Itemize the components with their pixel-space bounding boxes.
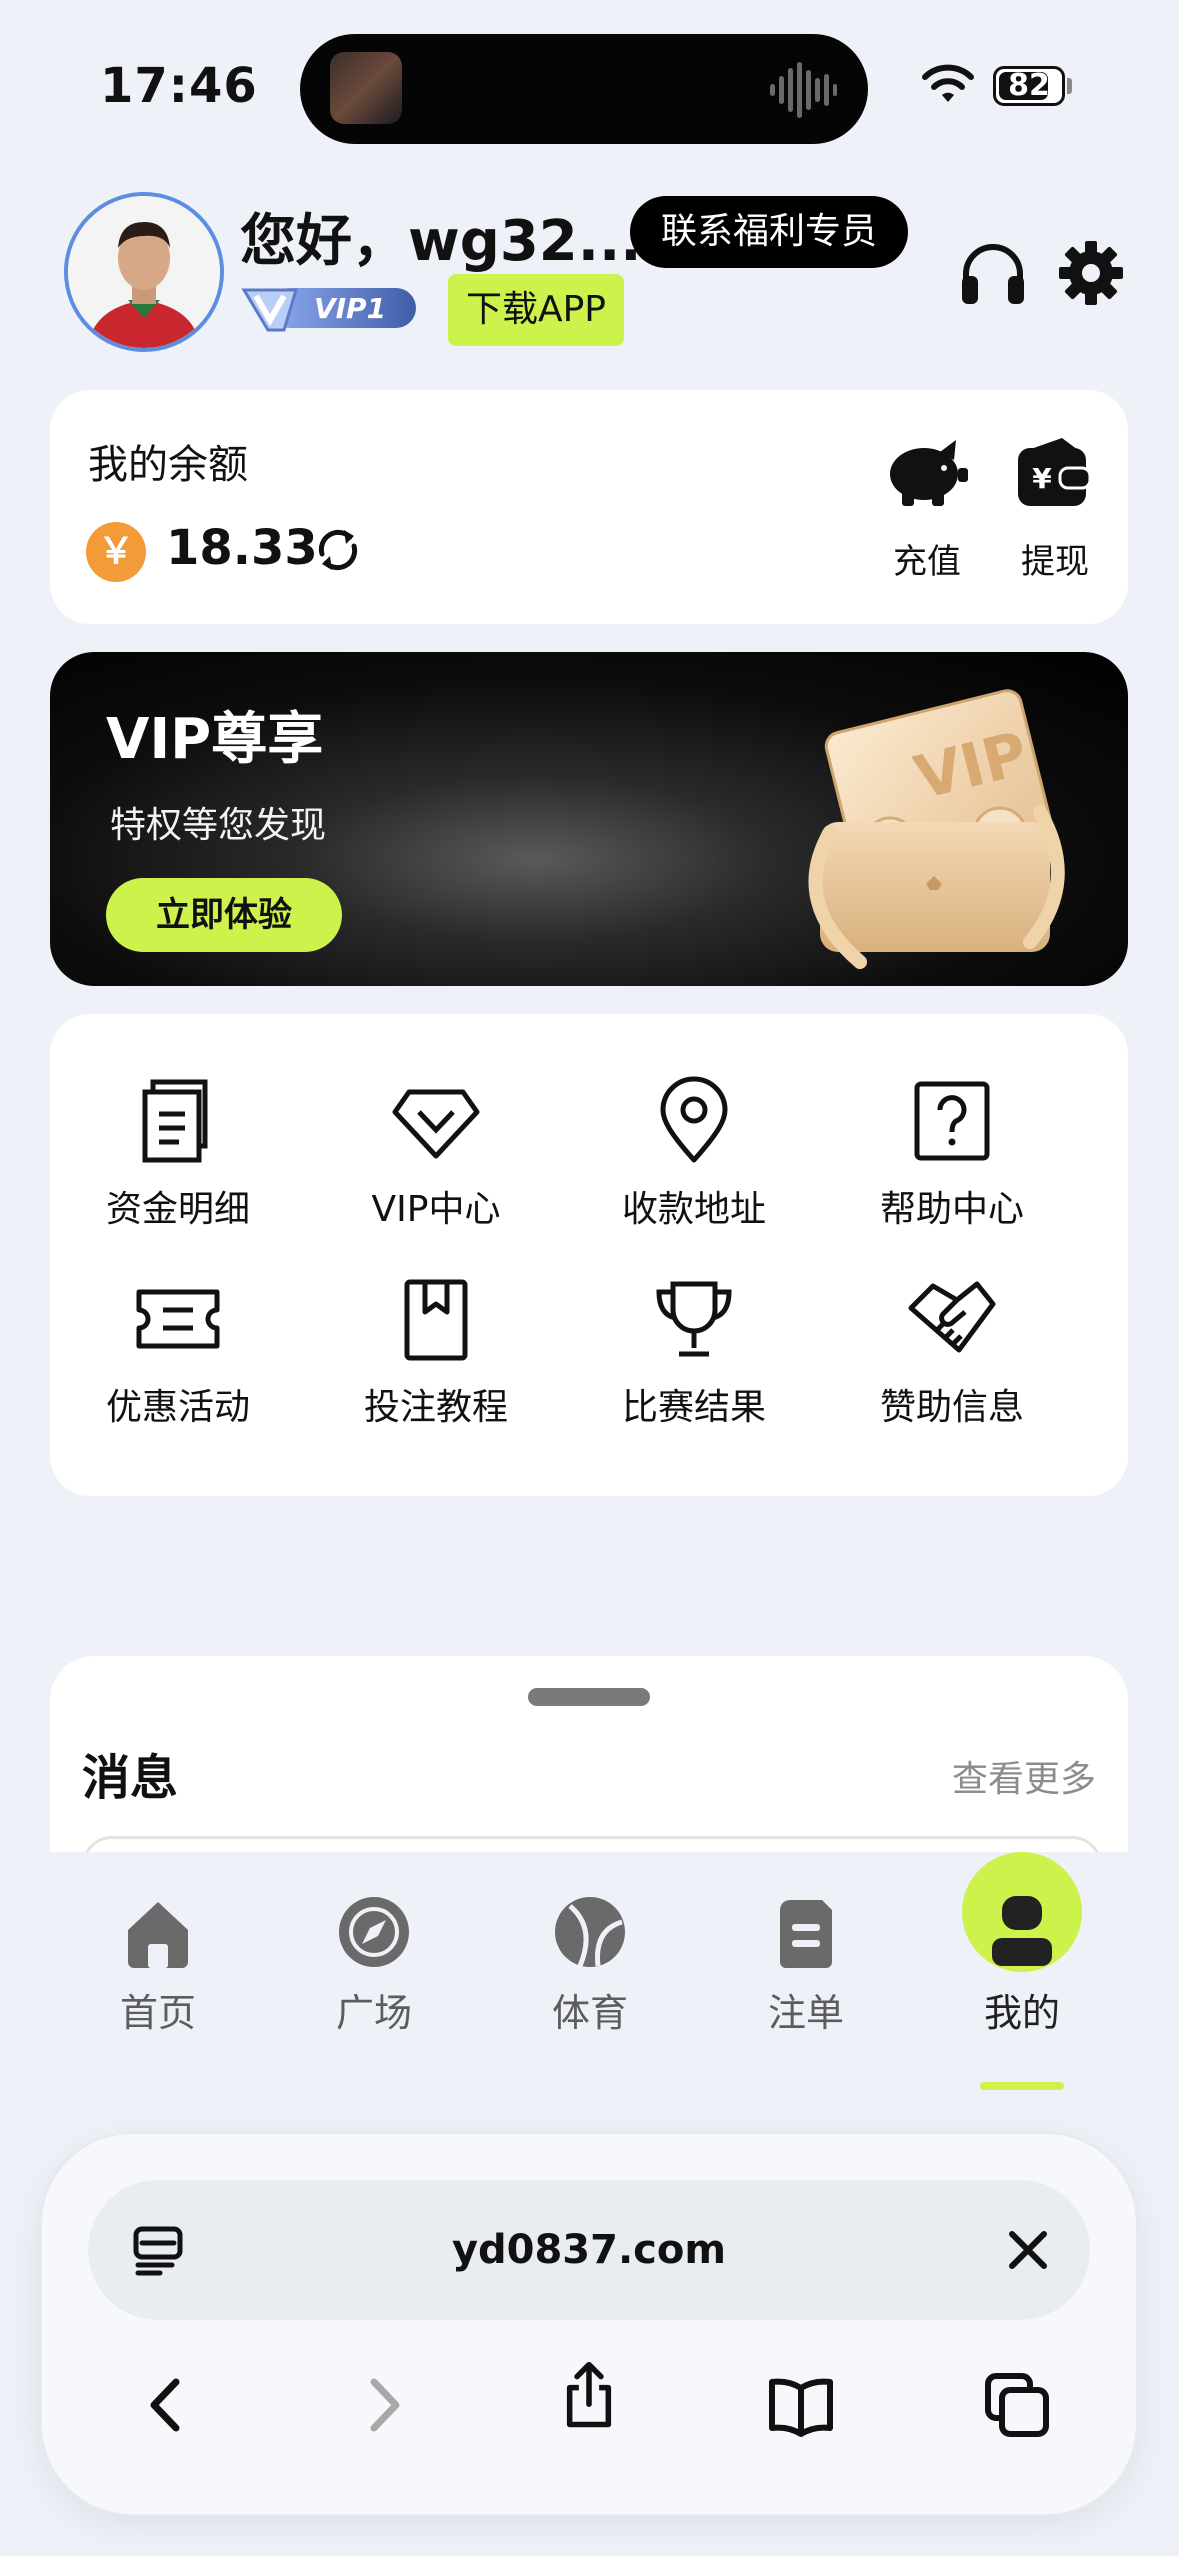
refresh-icon[interactable]: [310, 522, 366, 578]
tab-label: 广场: [335, 1991, 412, 2035]
ticket-list-icon: [780, 1900, 832, 1968]
now-playing-thumbnail: [330, 52, 402, 124]
grid-label: 帮助中心: [879, 1189, 1024, 1230]
grid-item-promotions[interactable]: 优惠活动: [58, 1274, 298, 1430]
service-grid: 资金明细 VIP中心 收款地址 帮助中心 优惠活动 投注教程 比赛结果 赞助信息: [50, 1014, 1128, 1496]
withdraw-icon-symbol: ¥: [1032, 462, 1052, 495]
compass-icon: [339, 1897, 409, 1967]
tab-label: 首页: [119, 1991, 196, 2035]
bookmark-book-icon: [404, 1279, 468, 1361]
tab-mine[interactable]: 我的: [932, 1852, 1112, 2090]
download-app-button[interactable]: 下载APP: [448, 274, 624, 346]
wifi-icon: [922, 64, 974, 102]
share-icon[interactable]: [554, 2360, 624, 2430]
balance-card: 我的余额 ￥ 18.33 充值 ¥ 提现: [50, 390, 1128, 624]
view-more-link[interactable]: 查看更多: [952, 1750, 1096, 1802]
vip-promo-banner[interactable]: VIP尊享 特权等您发现 立即体验 VIP: [50, 652, 1128, 986]
vip-level-text: VIP1: [314, 292, 386, 325]
messages-title: 消息: [82, 1750, 179, 1806]
tab-label: 体育: [551, 1991, 628, 2035]
diamond-icon: [392, 1089, 480, 1159]
active-tab-underline: [980, 2082, 1064, 2090]
browser-toolbar: yd0837.com: [42, 2134, 1136, 2514]
battery-icon: 82: [993, 66, 1065, 106]
withdraw-button[interactable]: ¥ 提现: [1012, 432, 1115, 583]
grid-label: 比赛结果: [621, 1387, 766, 1428]
document-stack-icon: [142, 1079, 208, 1163]
avatar[interactable]: [64, 192, 224, 352]
grid-label: VIP中心: [371, 1189, 501, 1230]
grid-label: 赞助信息: [879, 1387, 1024, 1428]
back-arrow-icon[interactable]: [132, 2370, 202, 2440]
forward-arrow-icon[interactable]: [348, 2370, 418, 2440]
battery-cap: [1067, 78, 1072, 94]
headset-icon[interactable]: [958, 240, 1028, 306]
vip-banner-title: VIP尊享: [106, 707, 324, 772]
try-now-button[interactable]: 立即体验: [106, 878, 342, 952]
recharge-label: 充值: [893, 542, 961, 582]
battery-percent: 82: [1008, 68, 1050, 103]
recharge-button[interactable]: 充值: [884, 432, 987, 583]
sheet-drag-handle[interactable]: [528, 1688, 650, 1706]
tab-home[interactable]: 首页: [68, 1892, 248, 2037]
location-pin-icon: [660, 1076, 728, 1163]
home-icon: [128, 1902, 188, 1968]
grid-item-payment-address[interactable]: 收款地址: [574, 1076, 814, 1232]
grid-item-help-center[interactable]: 帮助中心: [832, 1076, 1072, 1232]
vip-wallet-illustration: VIP: [808, 689, 1065, 969]
vip-banner-subtitle: 特权等您发现: [110, 805, 327, 846]
contact-welfare-button[interactable]: 联系福利专员: [630, 196, 908, 268]
ticket-icon: [136, 1289, 220, 1349]
balance-amount: 18.33: [166, 520, 318, 576]
user-icon: [992, 1896, 1052, 1966]
user-greeting: 您好，wg32...: [240, 209, 642, 274]
piggy-bank-icon: [890, 440, 968, 506]
tab-label: 注单: [767, 1991, 844, 2035]
withdraw-label: 提现: [1021, 542, 1089, 582]
url-text: yd0837.com: [451, 2227, 727, 2273]
grid-item-match-results[interactable]: 比赛结果: [574, 1274, 814, 1430]
page-menu-icon[interactable]: [132, 2225, 184, 2277]
yuan-coin-icon: ￥: [86, 522, 146, 582]
handshake-icon: [908, 1281, 996, 1353]
dynamic-island[interactable]: [300, 34, 868, 144]
close-icon[interactable]: [1006, 2228, 1050, 2272]
vip-level-badge[interactable]: VIP1: [240, 278, 420, 336]
grid-item-sponsorship[interactable]: 赞助信息: [832, 1274, 1072, 1430]
grid-item-fund-details[interactable]: 资金明细: [58, 1076, 298, 1232]
tab-bet-slip[interactable]: 注单: [716, 1892, 896, 2037]
grid-item-vip-center[interactable]: VIP中心: [316, 1076, 556, 1232]
grid-label: 优惠活动: [105, 1387, 250, 1428]
trophy-icon: [656, 1281, 732, 1357]
wallet-icon: ¥: [1018, 438, 1092, 506]
gear-icon[interactable]: [1058, 240, 1124, 306]
ball-icon: [555, 1897, 625, 1967]
tab-label: 我的: [983, 1991, 1060, 2035]
audio-wave-icon: [770, 62, 837, 118]
avatar-image: [68, 196, 220, 348]
bookmarks-icon[interactable]: [766, 2370, 836, 2440]
grid-label: 收款地址: [621, 1189, 766, 1230]
grid-label: 资金明细: [105, 1189, 250, 1230]
tab-square[interactable]: 广场: [284, 1892, 464, 2037]
help-icon: [914, 1081, 990, 1161]
status-time: 17:46: [100, 58, 258, 114]
address-bar[interactable]: yd0837.com: [88, 2180, 1090, 2320]
grid-item-betting-tutorial[interactable]: 投注教程: [316, 1274, 556, 1430]
tab-sports[interactable]: 体育: [500, 1892, 680, 2037]
grid-label: 投注教程: [363, 1387, 508, 1428]
tabs-icon[interactable]: [982, 2370, 1052, 2440]
balance-title: 我的余额: [88, 442, 248, 488]
